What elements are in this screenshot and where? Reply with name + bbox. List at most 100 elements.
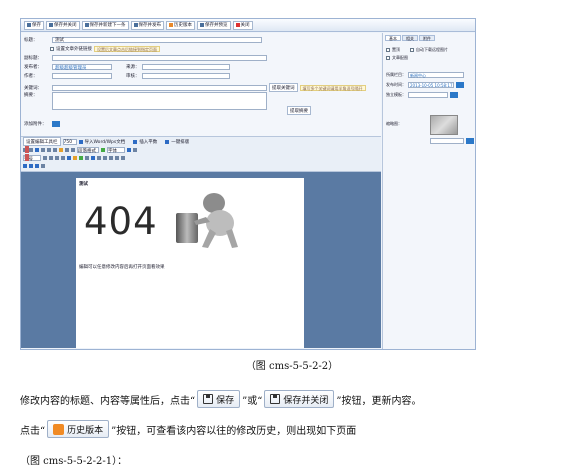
- save-next-button[interactable]: 保存并新建下一条: [81, 20, 129, 30]
- thumbnail-image[interactable]: [430, 115, 458, 135]
- history-icon: [169, 23, 173, 27]
- format-icon: [165, 139, 170, 144]
- save-icon: [270, 394, 281, 404]
- page-break-icon[interactable]: [35, 163, 39, 168]
- insert-link[interactable]: 插入平数: [139, 139, 157, 145]
- extract-keyword-button[interactable]: 提取关键词: [269, 83, 298, 92]
- remote-image-checkbox[interactable]: [410, 48, 414, 52]
- subtitle-label: 副标题：: [24, 56, 42, 61]
- underline-icon[interactable]: [47, 147, 51, 152]
- remote-image-label: 自动下载远程图片: [416, 47, 448, 52]
- import-word-link[interactable]: 导入Word/Wps文档: [85, 139, 126, 145]
- save-close-button[interactable]: 保存并关闭: [46, 20, 80, 30]
- help-icon[interactable]: [41, 163, 45, 168]
- subtitle-input[interactable]: [52, 55, 267, 61]
- template-browse-button[interactable]: [450, 92, 458, 98]
- font-family-select[interactable]: 字体: [107, 146, 125, 154]
- cms-screenshot: 保存 保存并关闭 保存并新建下一条 保存并发布 历史版本 保存并预览 关闭 标题…: [20, 18, 476, 350]
- outlink-checkbox[interactable]: [50, 47, 54, 51]
- calendar-button[interactable]: [456, 82, 464, 88]
- preview-icon[interactable]: [115, 155, 119, 160]
- thumbnail-label: 缩略图：: [386, 121, 402, 126]
- editor-toolbar: 设置编辑工具栏750导入Word/Wps文档插入平数一键排版 段落格式字体 字号: [21, 136, 381, 172]
- table-icon[interactable]: [101, 147, 105, 152]
- search-icon[interactable]: [121, 155, 125, 160]
- template-label: 独立模板：: [386, 92, 406, 97]
- keyword-input[interactable]: [52, 84, 267, 91]
- publisher-label: 发布者：: [24, 65, 42, 70]
- align-right-icon[interactable]: [55, 155, 59, 160]
- align-center-icon[interactable]: [49, 155, 53, 160]
- special-char-icon[interactable]: [109, 155, 113, 160]
- save-icon: [133, 23, 138, 27]
- save-icon: [49, 23, 53, 27]
- indent-icon[interactable]: [71, 147, 75, 152]
- tab-attachment[interactable]: 附件: [419, 35, 435, 41]
- history-button[interactable]: 历史版本: [166, 20, 195, 30]
- emoticon-icon[interactable]: [73, 155, 77, 160]
- title-label: 标题：: [24, 38, 38, 43]
- top-checkbox[interactable]: [386, 48, 390, 52]
- close-icon: [235, 23, 240, 27]
- tab-basic[interactable]: 基本: [385, 35, 401, 41]
- paragraph-format-select[interactable]: 段落格式: [77, 146, 99, 154]
- summary-textarea[interactable]: [52, 92, 267, 110]
- word-icon: [78, 139, 83, 144]
- code-icon[interactable]: [91, 155, 95, 160]
- inline-history-button: 历史版本: [47, 420, 110, 438]
- hr-icon[interactable]: [97, 155, 101, 160]
- save-publish-button[interactable]: 保存并发布: [130, 20, 164, 30]
- attach-label: 添加附件：: [24, 122, 47, 127]
- align-left-icon[interactable]: [43, 155, 47, 160]
- extract-summary-button[interactable]: 提取摘要: [287, 106, 311, 115]
- save-icon: [84, 23, 89, 27]
- keyword-hint: 填写多个关键词请用半角逗号隔开: [299, 84, 366, 91]
- date-input[interactable]: 2013-10-05 10:58:17: [408, 82, 454, 88]
- inline-save-close-button: 保存并关闭: [264, 390, 335, 408]
- bold-icon[interactable]: [35, 147, 39, 152]
- video-icon[interactable]: [79, 155, 83, 160]
- print-icon[interactable]: [25, 154, 29, 161]
- editor-page[interactable]: 测试 404 编辑可以任意修改内容后再打开页面看效果: [76, 178, 304, 348]
- source-label: 来源：: [126, 65, 140, 70]
- template-select[interactable]: [408, 92, 448, 98]
- title-input[interactable]: 测试: [52, 37, 262, 43]
- thumbnail-path-input[interactable]: [430, 138, 464, 144]
- justify-icon[interactable]: [61, 155, 65, 160]
- list-icon[interactable]: [65, 147, 69, 152]
- content-form: 标题： 测试 设置文章外链链接 设置后文章点击后链接到指定页面 副标题： 发布者： 超…: [21, 33, 381, 137]
- editor-select[interactable]: [141, 73, 230, 79]
- anchor-icon[interactable]: [67, 155, 71, 160]
- link-icon[interactable]: [127, 147, 131, 152]
- upload-attachment-button[interactable]: [52, 121, 60, 127]
- paragraph-1: 修改内容的标题、内容等属性后，点击“ 保存 ”或“ 保存并关闭 ”按钮，更新内容…: [20, 390, 422, 408]
- thumbnail-upload-button[interactable]: [466, 138, 474, 144]
- paragraph-2: 点击“ 历史版本 ”按钮，可查看该内容以往的修改历史，则出现如下页面: [20, 420, 356, 438]
- top-label: 置顶: [392, 47, 400, 52]
- save-button[interactable]: 保存: [24, 20, 44, 30]
- save-icon: [203, 394, 214, 404]
- pic-checkbox[interactable]: [386, 56, 390, 60]
- tab-related[interactable]: 相关: [402, 35, 418, 41]
- redo-icon[interactable]: [29, 147, 33, 152]
- fullscreen-icon[interactable]: [23, 163, 27, 168]
- publisher-input[interactable]: 超级超级管理员: [52, 64, 112, 71]
- save-preview-button[interactable]: 保存并预览: [197, 20, 231, 30]
- one-key-format-link[interactable]: 一键排版: [171, 139, 189, 145]
- editor-size-select[interactable]: 750: [62, 138, 77, 145]
- editor-area[interactable]: 测试 404 编辑可以任意修改内容后再打开页面看效果: [21, 172, 381, 348]
- strike-icon[interactable]: [53, 147, 57, 152]
- source-icon[interactable]: [133, 147, 137, 152]
- close-button[interactable]: 关闭: [232, 20, 253, 30]
- date-icon[interactable]: [103, 155, 107, 160]
- font-color-icon[interactable]: [25, 146, 29, 153]
- highlight-icon[interactable]: [59, 147, 63, 152]
- map-icon[interactable]: [85, 155, 89, 160]
- category-select[interactable]: 新闻中心: [408, 72, 464, 78]
- template-icon[interactable]: [29, 163, 33, 168]
- author-input[interactable]: [52, 73, 112, 79]
- content-title: 测试: [79, 182, 88, 187]
- italic-icon[interactable]: [41, 147, 45, 152]
- toolbar-settings-button[interactable]: 设置编辑工具栏: [23, 137, 61, 146]
- source-select[interactable]: [141, 64, 230, 70]
